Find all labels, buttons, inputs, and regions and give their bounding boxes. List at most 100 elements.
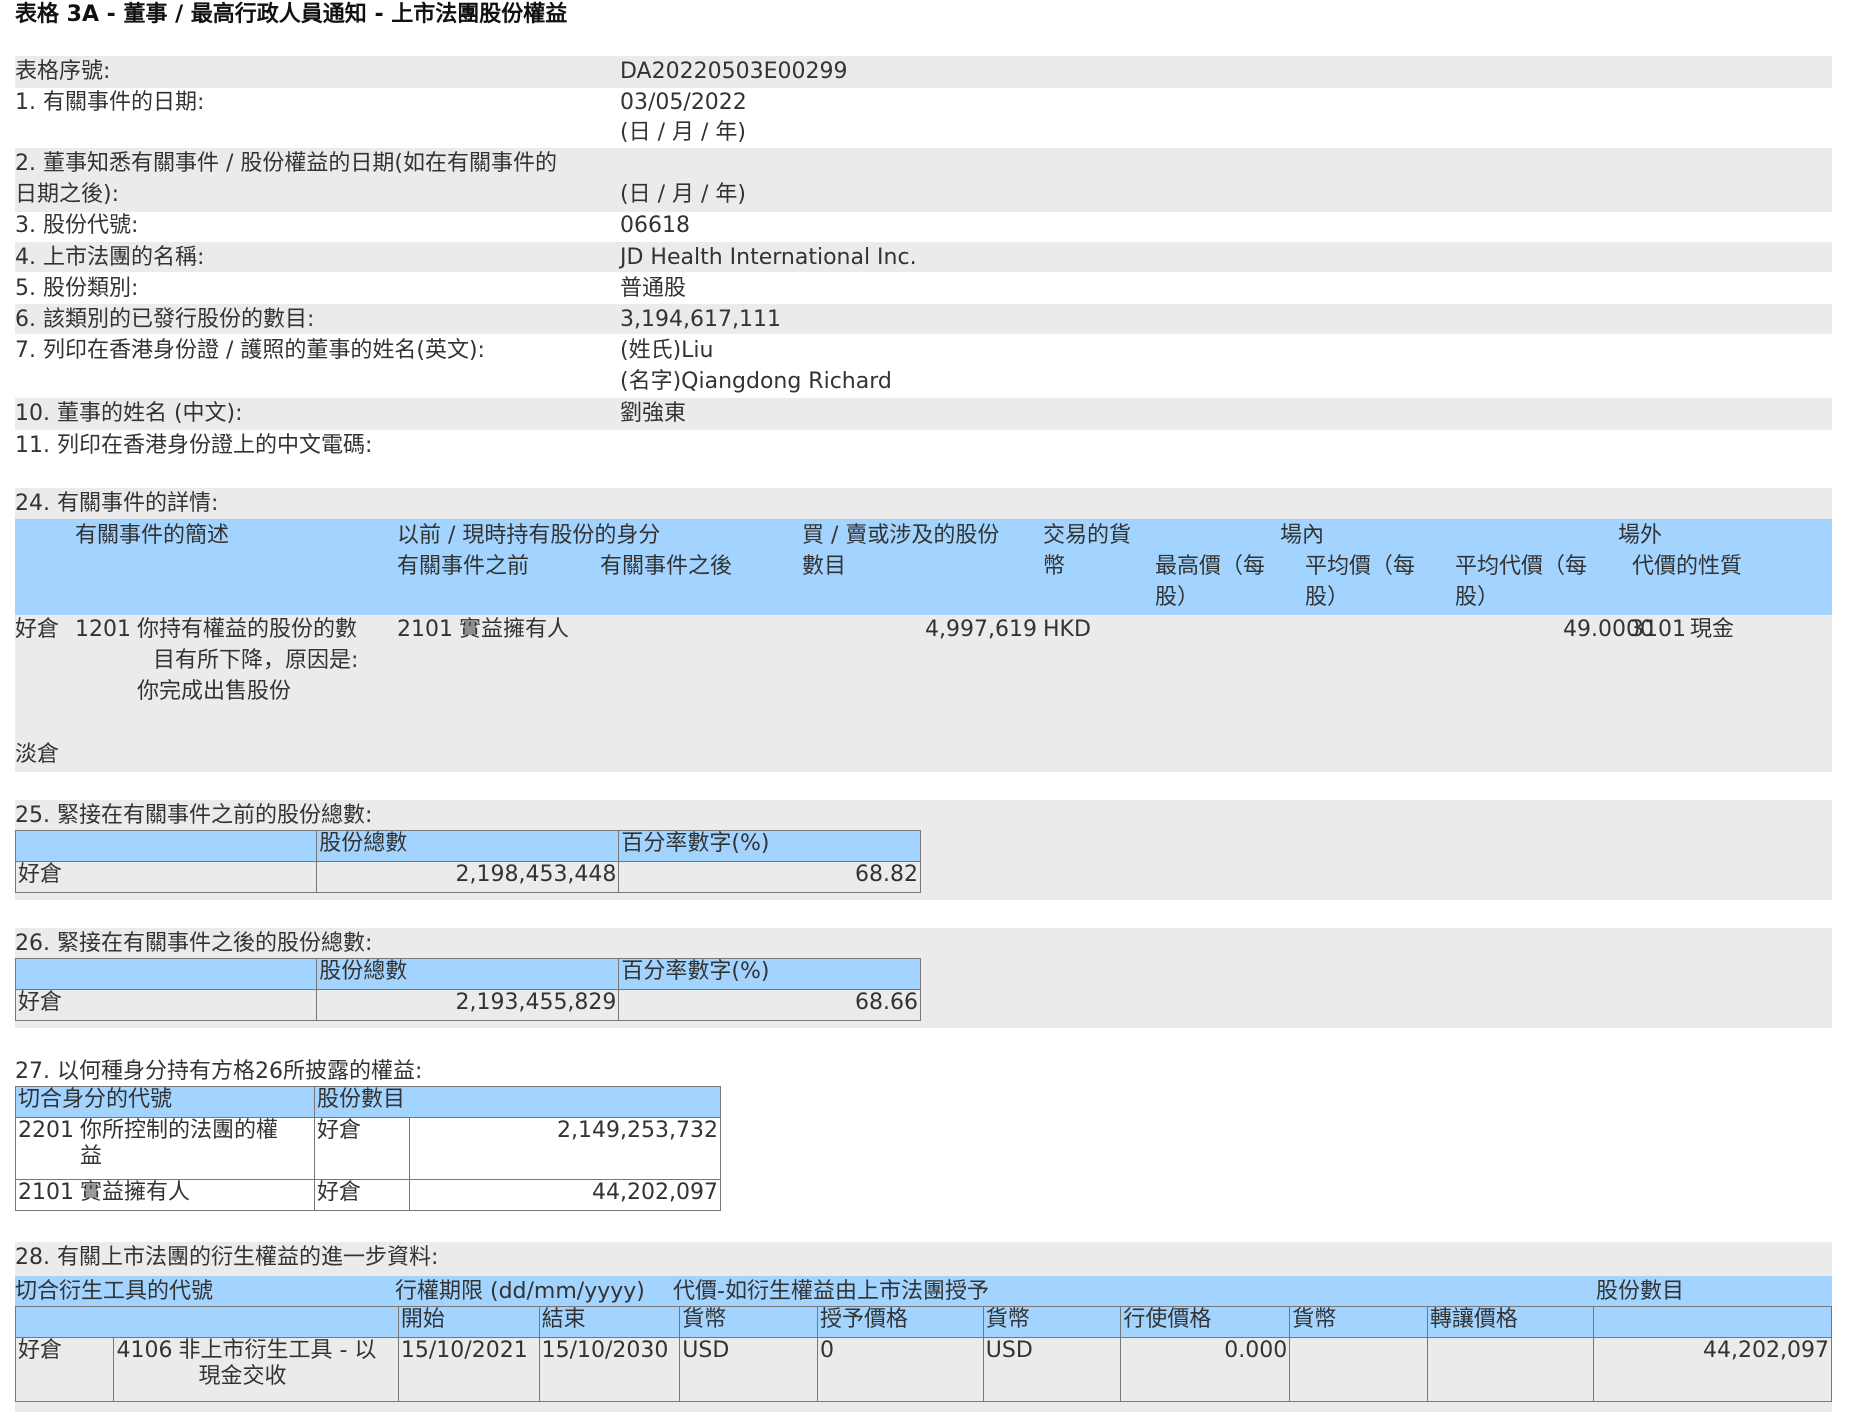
header-event-desc: 有關事件的簡述 (75, 523, 230, 548)
event-date-label: 1. 有關事件的日期: (15, 90, 205, 115)
exercise-currency: USD (982, 1337, 1122, 1402)
header-derivative-code: 切合衍生工具的代號 (15, 1279, 214, 1304)
aware-date-format: (日 / 月 / 年) (620, 182, 746, 207)
issued-shares-value: 3,194,617,111 (620, 307, 781, 332)
derivative-text: 非上市衍生工具 - 以 現金交收 (178, 1338, 376, 1390)
total-shares-value: 2,193,455,829 (316, 989, 620, 1021)
section-28-label: 28. 有關上市法團的衍生權益的進一步資料: (15, 1245, 439, 1270)
row-band (15, 242, 1832, 272)
section-25-table: 股份總數 百分率數字(%) 好倉 2,198,453,448 68.82 (14, 830, 921, 893)
section-28-table: 開始 結束 貨幣 授予價格 貨幣 行使價格 貨幣 轉讓價格 好倉 4106 非上… (14, 1306, 1833, 1402)
section-24-label: 24. 有關事件的詳情: (15, 491, 219, 516)
header-currency: 交易的貨 (1043, 523, 1132, 548)
percentage-value: 68.66 (618, 989, 921, 1021)
capacity-cell: 2101 實益擁有人 (15, 1179, 315, 1211)
header-currency-cont: 幣 (1043, 554, 1066, 579)
nature-code: 3101 (1630, 617, 1686, 642)
header-currency: 貨幣 (679, 1306, 818, 1338)
header-empty (14, 830, 318, 862)
serial-value: DA20220503E00299 (620, 59, 848, 84)
long-position-label: 好倉 (15, 617, 60, 642)
end-date: 15/10/2030 (538, 1337, 681, 1402)
event-desc-line: 目有所下降，原因是: (153, 648, 359, 673)
share-class-label: 5. 股份類別: (15, 276, 139, 301)
header-average-consideration: 平均代價（每 (1455, 554, 1588, 579)
corp-name-value: JD Health International Inc. (620, 245, 917, 270)
row-band (15, 56, 1832, 88)
shares-involved: 4,997,619 (925, 617, 1037, 642)
header-empty (1592, 1306, 1833, 1338)
section-27-label: 27. 以何種身分持有方格26所披露的權益: (15, 1059, 423, 1084)
capacity-text: 實益擁有人 (459, 617, 570, 642)
header-end: 結束 (538, 1306, 681, 1338)
chinese-name-label: 10. 董事的姓名 (中文): (15, 401, 243, 426)
position-label: 好倉 (14, 861, 318, 893)
position-label: 好倉 (314, 1179, 410, 1211)
short-position-label: 淡倉 (15, 742, 60, 767)
header-average-price-cont: 股） (1305, 585, 1350, 610)
capacity-text-line: 你所控制的法團的權 (80, 1118, 279, 1143)
section-25-label: 25. 緊接在有關事件之前的股份總數: (15, 803, 373, 828)
capacity-text: 實益擁有人 (80, 1180, 191, 1205)
transaction-currency: HKD (1043, 617, 1091, 642)
section-27-table: 切合身分的代號 股份數目 2201 你所控制的法團的權 益 好倉 2,149,2… (15, 1086, 721, 1211)
header-consideration: 代價-如衍生權益由上市法團授予 (673, 1279, 989, 1304)
header-exercise-price: 行使價格 (1120, 1306, 1291, 1338)
transfer-currency (1289, 1337, 1428, 1402)
share-count-value: 44,202,097 (409, 1179, 721, 1211)
grant-currency: USD (679, 1337, 818, 1402)
english-name-label: 7. 列印在香港身份證 / 護照的董事的姓名(英文): (15, 338, 485, 363)
header-transfer-price: 轉讓價格 (1426, 1306, 1594, 1338)
event-desc-line: 你完成出售股份 (137, 679, 292, 704)
header-before: 有關事件之前 (397, 554, 530, 579)
header-after: 有關事件之後 (600, 554, 733, 579)
header-total-shares: 股份總數 (316, 830, 620, 862)
header-start: 開始 (397, 1306, 540, 1338)
header-capacity-code: 切合身分的代號 (15, 1086, 315, 1118)
event-date-format: (日 / 月 / 年) (620, 120, 746, 145)
chinese-code-label: 11. 列印在香港身份證上的中文電碼: (15, 433, 373, 458)
header-percentage: 百分率數字(%) (618, 958, 921, 990)
derivative-text-line: 現金交收 (198, 1363, 287, 1389)
total-shares-value: 2,198,453,448 (316, 861, 620, 893)
share-class-value: 普通股 (620, 276, 687, 301)
header-currency: 貨幣 (1289, 1306, 1428, 1338)
chinese-name-value: 劉強東 (620, 401, 687, 426)
event-date-value: 03/05/2022 (620, 90, 747, 115)
position-label: 好倉 (14, 1337, 115, 1402)
header-percentage: 百分率數字(%) (618, 830, 921, 862)
header-share-count: 股份數目 (314, 1086, 721, 1118)
header-empty (15, 1306, 399, 1338)
header-shares: 買 / 賣或涉及的股份 (802, 523, 1000, 548)
position-label: 好倉 (14, 989, 318, 1021)
grant-price: 0 (816, 1337, 984, 1402)
capacity-text: 你所控制的法團的權 益 (80, 1118, 278, 1170)
derivative-code-cell: 4106 非上市衍生工具 - 以 現金交收 (113, 1337, 399, 1402)
header-share-count: 股份數目 (1596, 1279, 1685, 1304)
aware-date-label: 2. 董事知悉有關事件 / 股份權益的日期(如在有關事件的 (15, 151, 557, 176)
english-given-name: (名字)Qiangdong Richard (620, 369, 892, 394)
derivative-code: 4106 (116, 1338, 173, 1363)
header-consideration-nature: 代價的性質 (1632, 554, 1743, 579)
position-label: 好倉 (314, 1117, 410, 1180)
capacity-code: 2201 (18, 1118, 74, 1143)
transfer-price (1426, 1337, 1594, 1402)
aware-date-label-cont: 日期之後): (15, 182, 119, 207)
stock-code-value: 06618 (620, 213, 690, 238)
nature-text: 現金 (1690, 617, 1735, 642)
event-code: 1201 (75, 617, 131, 642)
header-total-shares: 股份總數 (316, 958, 620, 990)
header-average-price: 平均價（每 (1305, 554, 1416, 579)
row-band (15, 398, 1832, 430)
start-date: 15/10/2021 (397, 1337, 540, 1402)
header-highest-price-cont: 股） (1155, 585, 1200, 610)
stock-code-label: 3. 股份代號: (15, 213, 139, 238)
header-on-exchange: 場內 (1280, 523, 1325, 548)
derivative-text-line: 非上市衍生工具 - 以 (178, 1338, 377, 1363)
header-off-exchange: 場外 (1618, 523, 1663, 548)
header-currency: 貨幣 (982, 1306, 1122, 1338)
header-exercise-period: 行權期限 (dd/mm/yyyy) (395, 1279, 645, 1304)
exercise-price: 0.000 (1120, 1337, 1291, 1402)
page-title: 表格 3A - 董事 / 最高行政人員通知 - 上市法團股份權益 (15, 2, 568, 27)
section-26-table: 股份總數 百分率數字(%) 好倉 2,193,455,829 68.66 (14, 958, 921, 1021)
